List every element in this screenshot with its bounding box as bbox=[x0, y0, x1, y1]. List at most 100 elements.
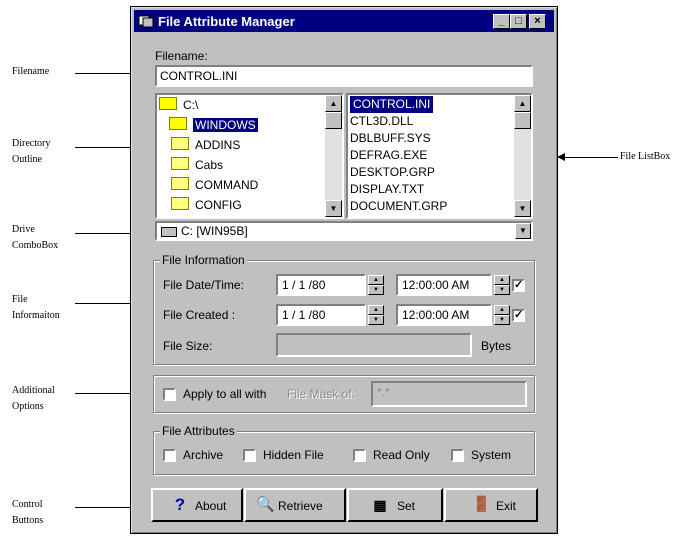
system-label[interactable]: System bbox=[471, 448, 511, 462]
read-only-checkbox[interactable] bbox=[353, 449, 366, 462]
window-title: File Attribute Manager bbox=[158, 14, 295, 29]
filename-input[interactable]: CONTROL.INI bbox=[155, 65, 533, 87]
file-date-time-label: File Date/Time: bbox=[163, 278, 244, 292]
file-created-time-spin-up[interactable]: ▲ bbox=[494, 305, 510, 315]
callout-additional-options-line1: Additional bbox=[12, 385, 55, 396]
folder-icon bbox=[171, 137, 189, 150]
directory-scrollbar[interactable]: ▲ ▼ bbox=[325, 95, 342, 217]
callout-control-buttons: Control Buttons bbox=[12, 497, 43, 529]
exit-door-icon: 🚪 bbox=[472, 496, 491, 513]
file-list-item[interactable]: DEFRAG.EXE bbox=[350, 147, 427, 164]
hidden-file-label[interactable]: Hidden File bbox=[263, 448, 324, 462]
file-list-item[interactable]: DESKTOP.GRP bbox=[350, 164, 435, 181]
callout-directory-outline-line1: Directory bbox=[12, 138, 51, 149]
minimize-button[interactable]: _ bbox=[493, 14, 510, 29]
file-attributes-title: File Attributes bbox=[160, 424, 237, 438]
directory-item[interactable]: WINDOWS bbox=[169, 117, 258, 134]
callout-file-information-line2: Informaiton bbox=[12, 310, 60, 321]
folder-icon bbox=[171, 177, 189, 190]
exit-button[interactable]: 🚪 Exit bbox=[444, 488, 538, 522]
directory-outline[interactable]: C:\ WINDOWS ADDINS Cabs COMMAND CONFIG ▲ ▼ bbox=[155, 93, 344, 219]
file-mask-input: *.* bbox=[371, 381, 527, 407]
callout-additional-options-line2: Options bbox=[12, 401, 44, 412]
folder-icon bbox=[171, 197, 189, 210]
set-icon: ▦ bbox=[373, 497, 387, 513]
file-size-label: File Size: bbox=[163, 339, 213, 353]
file-created-checkbox[interactable]: ✓ bbox=[512, 309, 525, 322]
directory-item-label: COMMAND bbox=[195, 178, 259, 192]
directory-scroll-thumb[interactable] bbox=[325, 112, 342, 129]
file-created-time-spinner[interactable]: ▲ ▼ bbox=[494, 305, 510, 325]
directory-item-label: CONFIG bbox=[195, 198, 242, 212]
callout-control-buttons-line1: Control bbox=[12, 499, 43, 510]
callout-drive-combobox-line2: ComboBox bbox=[12, 240, 59, 251]
directory-item-label: ADDINS bbox=[195, 138, 241, 152]
archive-checkbox[interactable] bbox=[163, 449, 176, 462]
maximize-button[interactable]: □ bbox=[510, 14, 527, 29]
file-scroll-up-button[interactable]: ▲ bbox=[514, 95, 531, 112]
callout-file-listbox: File ListBox bbox=[620, 151, 671, 162]
file-date-spin-down[interactable]: ▼ bbox=[368, 285, 384, 295]
directory-item-label: WINDOWS bbox=[193, 118, 258, 132]
file-scroll-thumb[interactable] bbox=[514, 112, 531, 129]
filename-label: Filename: bbox=[155, 49, 208, 63]
file-date-input[interactable]: 1 / 1 /80 bbox=[276, 274, 366, 296]
file-time-spin-up[interactable]: ▲ bbox=[494, 275, 510, 285]
close-button[interactable]: × bbox=[529, 14, 546, 29]
file-created-date-spin-up[interactable]: ▲ bbox=[368, 305, 384, 315]
file-list-item[interactable]: CONTROL.INI bbox=[350, 96, 434, 113]
about-button[interactable]: ? About bbox=[151, 488, 243, 522]
title-bar[interactable]: File Attribute Manager _ □ × bbox=[134, 10, 554, 32]
file-list-item[interactable]: DOCUMENT.GRP bbox=[350, 198, 447, 215]
directory-item-label: C:\ bbox=[183, 98, 199, 112]
file-mask-label: File Mask of: bbox=[287, 387, 356, 401]
retrieve-button[interactable]: 🔍 Retrieve bbox=[244, 488, 346, 522]
file-time-spin-down[interactable]: ▼ bbox=[494, 285, 510, 295]
file-created-date-spin-down[interactable]: ▼ bbox=[368, 315, 384, 325]
file-size-unit: Bytes bbox=[481, 339, 512, 353]
drive-dropdown-button[interactable]: ▼ bbox=[515, 223, 531, 239]
callout-drive-combobox-line1: Drive bbox=[12, 224, 35, 235]
file-list-item[interactable]: DBLBUFF.SYS bbox=[350, 130, 431, 147]
read-only-label[interactable]: Read Only bbox=[373, 448, 430, 462]
file-created-time-spin-down[interactable]: ▼ bbox=[494, 315, 510, 325]
file-date-time-checkbox[interactable]: ✓ bbox=[512, 279, 525, 292]
archive-label[interactable]: Archive bbox=[183, 448, 223, 462]
about-button-label: About bbox=[195, 499, 227, 513]
file-list-item[interactable]: DISPLAY.TXT bbox=[350, 181, 424, 198]
file-date-spin-up[interactable]: ▲ bbox=[368, 275, 384, 285]
directory-item[interactable]: CONFIG bbox=[171, 197, 242, 214]
directory-scroll-down-button[interactable]: ▼ bbox=[325, 200, 342, 217]
file-created-time-input[interactable]: 12:00:00 AM bbox=[396, 304, 492, 326]
apply-to-all-checkbox[interactable] bbox=[163, 388, 176, 401]
file-list-item[interactable]: CTL3D.DLL bbox=[350, 113, 413, 130]
arrow-file-listbox bbox=[557, 153, 618, 161]
file-date-spinner[interactable]: ▲ ▼ bbox=[368, 275, 384, 295]
open-folder-icon bbox=[169, 117, 187, 130]
file-time-spinner[interactable]: ▲ ▼ bbox=[494, 275, 510, 295]
system-checkbox[interactable] bbox=[451, 449, 464, 462]
file-scroll-down-button[interactable]: ▼ bbox=[514, 200, 531, 217]
directory-scroll-up-button[interactable]: ▲ bbox=[325, 95, 342, 112]
directory-item-label: Cabs bbox=[195, 158, 224, 172]
drive-combobox[interactable]: C: [WIN95B] ▼ bbox=[155, 221, 533, 241]
directory-item[interactable]: COMMAND bbox=[171, 177, 258, 194]
file-scrollbar[interactable]: ▲ ▼ bbox=[514, 95, 531, 217]
file-size-field bbox=[276, 333, 472, 357]
file-created-label: File Created : bbox=[163, 308, 236, 322]
file-attribute-manager-window: File Attribute Manager _ □ × Filename: C… bbox=[130, 6, 558, 534]
directory-item[interactable]: C:\ bbox=[159, 97, 198, 114]
apply-to-all-label[interactable]: Apply to all with bbox=[183, 387, 266, 401]
set-button[interactable]: ▦ Set bbox=[347, 488, 443, 522]
file-created-date-input[interactable]: 1 / 1 /80 bbox=[276, 304, 366, 326]
file-listbox[interactable]: CONTROL.INI CTL3D.DLL DBLBUFF.SYS DEFRAG.EX… bbox=[346, 93, 533, 219]
callout-additional-options: Additional Options bbox=[12, 383, 55, 415]
directory-item[interactable]: ADDINS bbox=[171, 137, 240, 154]
question-icon: ? bbox=[174, 495, 186, 514]
callout-directory-outline: Directory Outline bbox=[12, 136, 50, 168]
file-created-date-spinner[interactable]: ▲ ▼ bbox=[368, 305, 384, 325]
file-time-input[interactable]: 12:00:00 AM bbox=[396, 274, 492, 296]
drive-icon bbox=[161, 227, 177, 237]
directory-item[interactable]: Cabs bbox=[171, 157, 223, 174]
hidden-file-checkbox[interactable] bbox=[243, 449, 256, 462]
